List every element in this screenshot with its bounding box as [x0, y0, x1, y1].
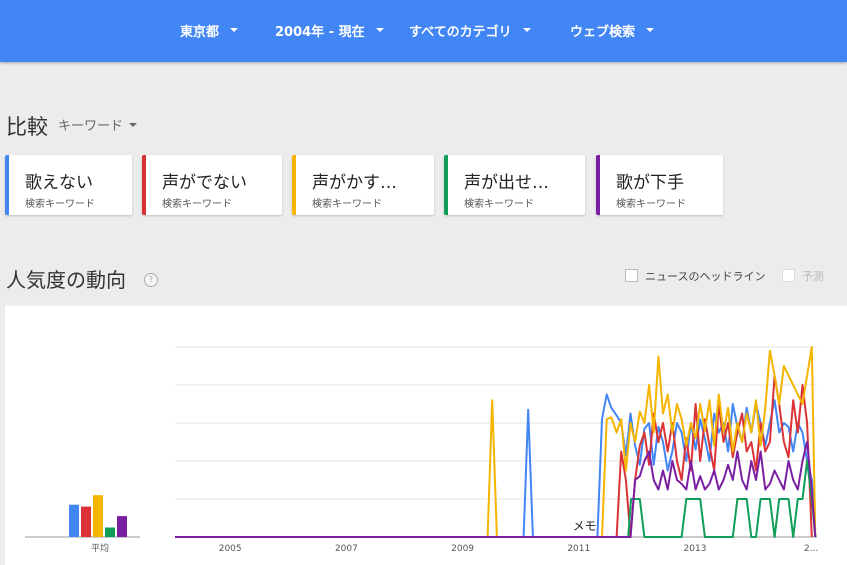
chevron-down-icon — [230, 28, 239, 32]
category-filter-label: すべてのカテゴリ — [409, 24, 512, 40]
average-bar — [105, 527, 115, 537]
forecast-checkbox[interactable] — [782, 269, 795, 282]
average-bar — [81, 506, 91, 537]
x-tick-label: 2007 — [335, 544, 358, 554]
term-label: 声がでない — [162, 173, 247, 193]
term-label: 声がかす… — [312, 173, 397, 193]
term-label: 歌えない — [25, 173, 93, 193]
term-color-bar — [142, 155, 146, 215]
average-bar — [93, 495, 103, 537]
news-headlines-label: ニュースのヘッドライン — [645, 270, 766, 283]
search-type-filter[interactable]: ウェブ検索 — [570, 20, 655, 40]
x-tick-label: 2... — [804, 544, 818, 554]
term-sublabel: 検索キーワード — [162, 199, 232, 210]
term-card-3[interactable]: 声がかす… 検索キーワード — [292, 155, 434, 215]
average-bar — [69, 504, 79, 537]
x-tick-label: 2013 — [684, 544, 707, 554]
chevron-down-icon — [522, 28, 531, 32]
period-filter-label: 2004年 - 現在 — [275, 24, 365, 40]
term-color-bar — [292, 155, 296, 215]
term-card-2[interactable]: 声がでない 検索キーワード — [142, 155, 282, 215]
x-tick-label: 2011 — [567, 544, 590, 554]
term-card-1[interactable]: 歌えない 検索キーワード — [5, 155, 132, 215]
search-type-filter-label: ウェブ検索 — [570, 24, 636, 40]
compare-type-dropdown[interactable]: キーワード — [58, 115, 138, 134]
term-sublabel: 検索キーワード — [25, 199, 95, 210]
term-label: 歌が下手 — [616, 173, 684, 193]
top-filter-bar: 東京都 2004年 - 現在 すべてのカテゴリ ウェブ検索 — [0, 0, 847, 62]
interest-chart-panel: 平均 2005 2007 2009 2011 2013 2... メモ — [5, 306, 847, 565]
term-card-5[interactable]: 歌が下手 検索キーワード — [596, 155, 723, 215]
chevron-down-icon — [375, 28, 384, 32]
x-tick-label: 2009 — [451, 544, 474, 554]
news-headlines-checkbox[interactable] — [625, 269, 638, 282]
x-tick-label: 2005 — [219, 544, 242, 554]
interest-over-time-heading: 人気度の動向 — [6, 268, 126, 292]
help-icon[interactable]: ? — [144, 273, 158, 287]
interest-chart: 平均 2005 2007 2009 2011 2013 2... メモ — [25, 346, 818, 554]
term-color-bar — [5, 155, 9, 215]
term-sublabel: 検索キーワード — [312, 199, 382, 210]
average-bar — [117, 516, 127, 537]
term-sublabel: 検索キーワード — [464, 199, 534, 210]
term-color-bar — [596, 155, 600, 215]
annotation-label: メモ — [573, 519, 597, 533]
category-filter[interactable]: すべてのカテゴリ — [409, 20, 531, 40]
average-label: 平均 — [91, 542, 109, 554]
chevron-down-icon — [646, 28, 655, 32]
compare-heading: 比較 — [6, 115, 48, 139]
compare-type-label: キーワード — [58, 119, 124, 134]
term-label: 声が出せ… — [464, 173, 549, 193]
region-filter-label: 東京都 — [180, 24, 220, 40]
term-sublabel: 検索キーワード — [616, 199, 686, 210]
period-filter[interactable]: 2004年 - 現在 — [275, 20, 384, 40]
chevron-down-icon — [129, 122, 138, 127]
term-card-4[interactable]: 声が出せ… 検索キーワード — [444, 155, 585, 215]
term-color-bar — [444, 155, 448, 215]
forecast-label: 予測 — [802, 270, 824, 283]
region-filter[interactable]: 東京都 — [180, 20, 239, 40]
series-line — [175, 346, 817, 538]
